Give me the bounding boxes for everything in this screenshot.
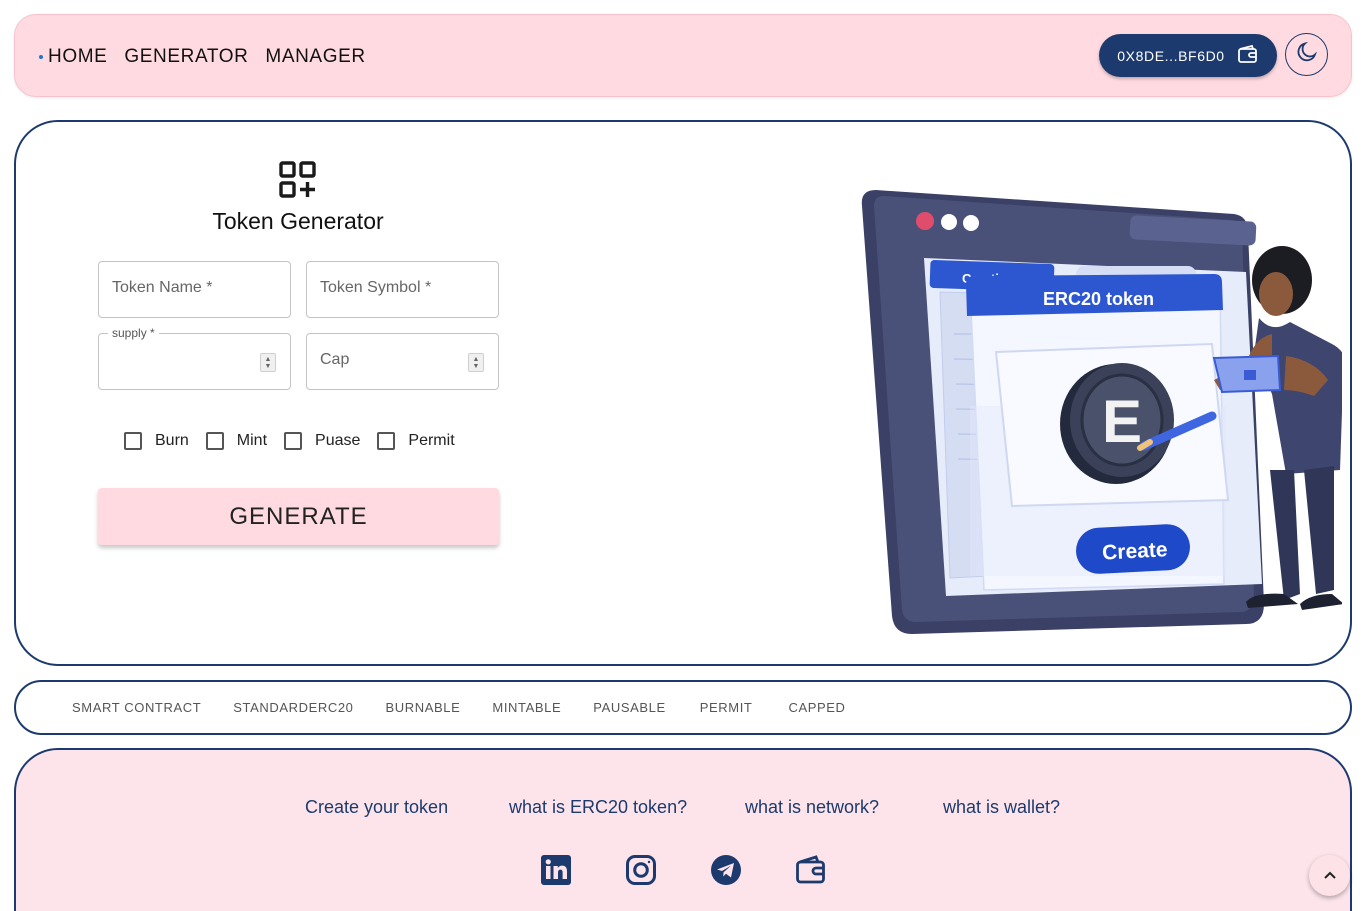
nav-link-home[interactable]: HOME <box>48 46 107 68</box>
instagram-icon[interactable] <box>625 854 659 888</box>
tag-smart-contract[interactable]: SMART CONTRACT <box>72 700 201 715</box>
token-options: Burn Mint Puase Permit <box>124 432 472 450</box>
token-name-input[interactable]: Token Name * <box>98 261 291 318</box>
cap-input[interactable]: Cap ▲ ▼ <box>306 333 499 390</box>
footer-link-create-token[interactable]: Create your token <box>305 797 448 818</box>
generate-button[interactable]: GENERATE <box>98 488 499 545</box>
top-navbar: HOME GENERATOR MANAGER 0X8DE...BF6D0 <box>14 14 1352 97</box>
tag-standard-erc20[interactable]: STANDARDERC20 <box>233 700 353 715</box>
wallet-icon <box>1237 44 1259 67</box>
nav-link-generator[interactable]: GENERATOR <box>124 46 248 68</box>
moon-icon <box>1295 40 1319 69</box>
supply-stepper[interactable]: ▲ ▼ <box>260 353 276 372</box>
grid-plus-icon <box>278 160 318 205</box>
tag-mintable[interactable]: MINTABLE <box>492 700 561 715</box>
footer-link-erc20[interactable]: what is ERC20 token? <box>509 797 687 818</box>
footer: Create your token what is ERC20 token? w… <box>14 748 1352 911</box>
nav-links: HOME GENERATOR MANAGER <box>39 15 366 98</box>
footer-link-network[interactable]: what is network? <box>745 797 879 818</box>
pause-label: Puase <box>315 432 361 449</box>
stepper-up-icon: ▲ <box>264 355 272 363</box>
permit-checkbox[interactable] <box>377 432 396 450</box>
supply-label: supply * <box>108 326 159 340</box>
option-pause[interactable]: Puase <box>284 432 360 450</box>
option-burn[interactable]: Burn <box>124 432 189 450</box>
window-dot <box>963 215 979 231</box>
burn-checkbox[interactable] <box>124 432 142 450</box>
pause-checkbox[interactable] <box>284 432 303 450</box>
mint-label: Mint <box>236 432 268 449</box>
wallet-address: 0X8DE...BF6D0 <box>1117 47 1225 64</box>
generator-card: Token Generator Token Name * Token Symbo… <box>14 120 1352 666</box>
tags-bar: SMART CONTRACT STANDARDERC20 BURNABLE MI… <box>14 680 1352 735</box>
stepper-down-icon: ▼ <box>264 362 272 370</box>
window-dot-red <box>916 212 934 230</box>
cap-placeholder: Cap <box>320 351 350 368</box>
tag-capped[interactable]: CAPPED <box>788 700 845 715</box>
page-title: Token Generator <box>212 208 384 234</box>
supply-input[interactable]: supply * ▲ ▼ <box>98 326 291 390</box>
token-symbol-placeholder: Token Symbol * <box>320 279 432 296</box>
tags-list: SMART CONTRACT STANDARDERC20 BURNABLE MI… <box>72 682 846 732</box>
chevron-up-icon <box>1323 867 1337 885</box>
footer-link-wallet[interactable]: what is wallet? <box>943 797 1060 818</box>
window-dot <box>941 214 957 230</box>
tag-pausable[interactable]: PAUSABLE <box>593 700 665 715</box>
active-indicator-dot <box>39 54 43 59</box>
scroll-to-top-button[interactable] <box>1309 855 1350 896</box>
option-mint[interactable]: Mint <box>205 432 268 450</box>
cap-stepper[interactable]: ▲ ▼ <box>468 353 484 372</box>
mint-checkbox[interactable] <box>205 432 224 450</box>
option-permit[interactable]: Permit <box>377 432 455 450</box>
token-name-placeholder: Token Name * <box>112 279 213 296</box>
permit-label: Permit <box>408 432 455 449</box>
burn-label: Burn <box>155 432 189 449</box>
tag-permit[interactable]: PERMIT <box>700 700 753 715</box>
wallet-icon[interactable] <box>795 854 829 888</box>
token-symbol-input[interactable]: Token Symbol * <box>306 261 499 318</box>
stepper-up-icon: ▲ <box>472 355 480 363</box>
coin-letter: E <box>1102 388 1142 455</box>
illustration-header-label: ERC20 token <box>1043 289 1154 309</box>
token-illustration: Ceratice ERC20 token E Create <box>861 190 1342 634</box>
tag-burnable[interactable]: BURNABLE <box>386 700 461 715</box>
illustration-create-label: Create <box>1102 538 1168 564</box>
theme-toggle-button[interactable] <box>1285 33 1328 76</box>
linkedin-icon[interactable] <box>540 854 574 888</box>
wallet-connect-button[interactable]: 0X8DE...BF6D0 <box>1099 34 1277 77</box>
nav-link-manager[interactable]: MANAGER <box>265 46 365 68</box>
telegram-icon[interactable] <box>710 854 744 888</box>
stepper-down-icon: ▼ <box>472 362 480 370</box>
